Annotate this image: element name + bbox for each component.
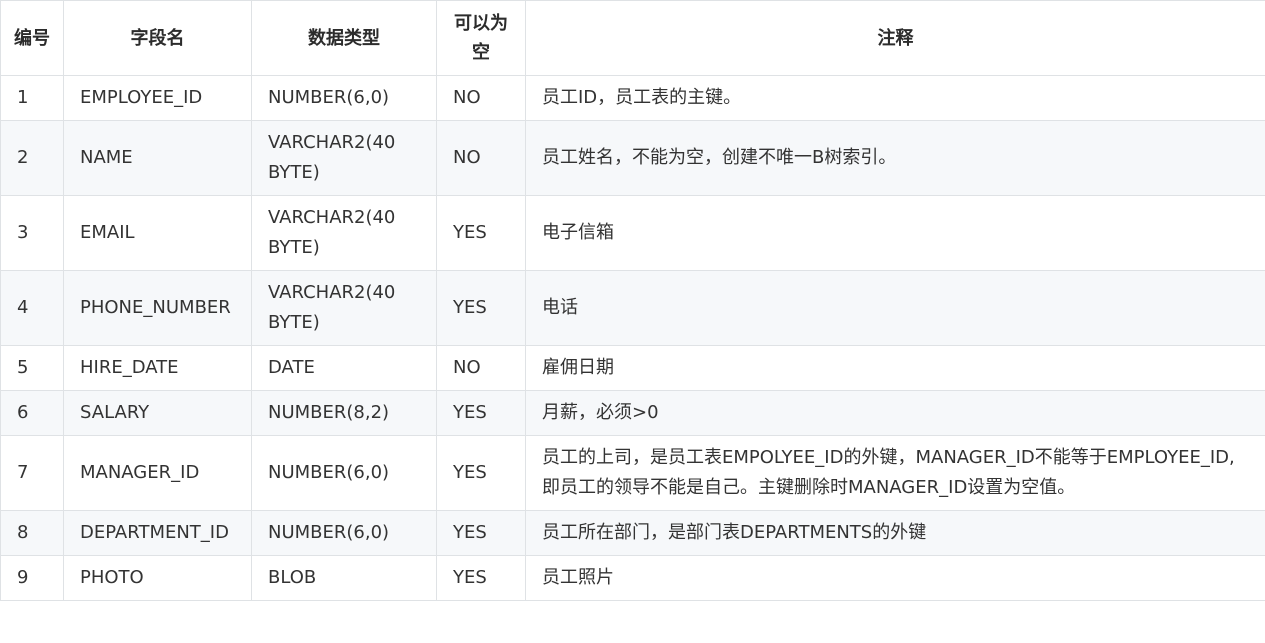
cell-no: 7: [0, 435, 64, 511]
cell-field-name: DEPARTMENT_ID: [63, 510, 252, 556]
cell-nullable: YES: [436, 510, 526, 556]
cell-comment: 月薪，必须>0: [525, 390, 1265, 436]
cell-no: 3: [0, 195, 64, 271]
cell-nullable: NO: [436, 120, 526, 196]
cell-field-name: PHOTO: [63, 555, 252, 601]
cell-data-type: BLOB: [251, 555, 437, 601]
schema-table: 编号 字段名 数据类型 可以为空 注释 1 EMPLOYEE_ID NUMBER(6…: [0, 0, 1265, 601]
cell-data-type: NUMBER(6,0): [251, 510, 437, 556]
header-no: 编号: [0, 0, 64, 76]
cell-no: 5: [0, 345, 64, 391]
cell-no: 6: [0, 390, 64, 436]
cell-data-type: VARCHAR2(40 BYTE): [251, 195, 437, 271]
table-header: 编号 字段名 数据类型 可以为空 注释: [0, 0, 1265, 76]
cell-nullable: YES: [436, 435, 526, 511]
table-row: 4 PHONE_NUMBER VARCHAR2(40 BYTE) YES 电话: [0, 270, 1265, 346]
cell-field-name: HIRE_DATE: [63, 345, 252, 391]
cell-field-name: NAME: [63, 120, 252, 196]
header-nullable: 可以为空: [436, 0, 526, 76]
cell-nullable: YES: [436, 555, 526, 601]
table-row: 3 EMAIL VARCHAR2(40 BYTE) YES 电子信箱: [0, 195, 1265, 271]
header-comment: 注释: [525, 0, 1265, 76]
table-row: 9 PHOTO BLOB YES 员工照片: [0, 555, 1265, 601]
header-field-name: 字段名: [63, 0, 252, 76]
cell-field-name: MANAGER_ID: [63, 435, 252, 511]
cell-data-type: VARCHAR2(40 BYTE): [251, 270, 437, 346]
cell-field-name: EMPLOYEE_ID: [63, 75, 252, 121]
cell-comment: 员工ID，员工表的主键。: [525, 75, 1265, 121]
cell-no: 8: [0, 510, 64, 556]
cell-data-type: NUMBER(6,0): [251, 75, 437, 121]
cell-field-name: EMAIL: [63, 195, 252, 271]
cell-nullable: YES: [436, 195, 526, 271]
cell-data-type: VARCHAR2(40 BYTE): [251, 120, 437, 196]
header-row: 编号 字段名 数据类型 可以为空 注释: [0, 0, 1265, 76]
cell-comment: 电话: [525, 270, 1265, 346]
cell-nullable: NO: [436, 75, 526, 121]
cell-nullable: YES: [436, 270, 526, 346]
table-row: 7 MANAGER_ID NUMBER(6,0) YES 员工的上司，是员工表EMPOL…: [0, 435, 1265, 511]
cell-field-name: PHONE_NUMBER: [63, 270, 252, 346]
cell-comment: 电子信箱: [525, 195, 1265, 271]
cell-no: 4: [0, 270, 64, 346]
cell-comment: 员工姓名，不能为空，创建不唯一B树索引。: [525, 120, 1265, 196]
table-row: 1 EMPLOYEE_ID NUMBER(6,0) NO 员工ID，员工表的主键。: [0, 75, 1265, 121]
cell-field-name: SALARY: [63, 390, 252, 436]
cell-no: 1: [0, 75, 64, 121]
cell-data-type: NUMBER(6,0): [251, 435, 437, 511]
cell-nullable: NO: [436, 345, 526, 391]
table-row: 2 NAME VARCHAR2(40 BYTE) NO 员工姓名，不能为空，创建不唯一B…: [0, 120, 1265, 196]
cell-nullable: YES: [436, 390, 526, 436]
table-body: 1 EMPLOYEE_ID NUMBER(6,0) NO 员工ID，员工表的主键。 2 NA…: [0, 75, 1265, 601]
table-row: 5 HIRE_DATE DATE NO 雇佣日期: [0, 345, 1265, 391]
cell-no: 2: [0, 120, 64, 196]
cell-comment: 员工所在部门，是部门表DEPARTMENTS的外键: [525, 510, 1265, 556]
cell-data-type: DATE: [251, 345, 437, 391]
cell-data-type: NUMBER(8,2): [251, 390, 437, 436]
cell-comment: 员工照片: [525, 555, 1265, 601]
table-row: 8 DEPARTMENT_ID NUMBER(6,0) YES 员工所在部门，是部门表D…: [0, 510, 1265, 556]
cell-no: 9: [0, 555, 64, 601]
cell-comment: 雇佣日期: [525, 345, 1265, 391]
header-data-type: 数据类型: [251, 0, 437, 76]
table-row: 6 SALARY NUMBER(8,2) YES 月薪，必须>0: [0, 390, 1265, 436]
cell-comment: 员工的上司，是员工表EMPOLYEE_ID的外键，MANAGER_ID不能等于E…: [525, 435, 1265, 511]
